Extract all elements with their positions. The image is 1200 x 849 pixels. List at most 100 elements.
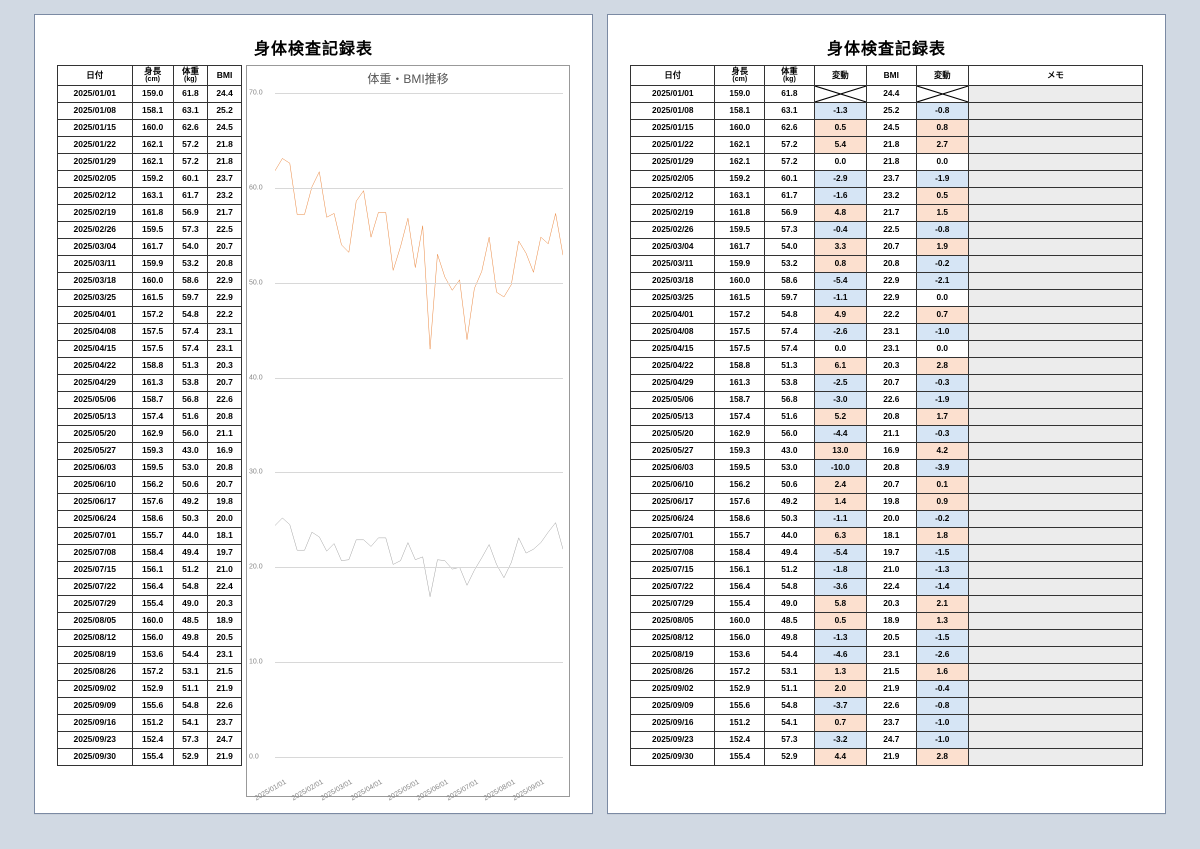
cell-memo	[968, 544, 1142, 561]
cell-weight: 62.6	[173, 120, 208, 137]
cell-diff-weight: -4.6	[814, 646, 866, 663]
cell-weight: 57.3	[765, 221, 815, 238]
cell-weight: 57.4	[173, 324, 208, 341]
cell-height: 157.4	[715, 408, 765, 425]
cell-memo	[968, 136, 1142, 153]
cell-diff-bmi: -0.2	[916, 255, 968, 272]
cell-date: 2025/04/22	[58, 358, 133, 375]
cell-date: 2025/07/29	[58, 596, 133, 613]
page-1: 身体検査記録表 日付 身長(cm) 体重(kg) BMI 2025/01/011…	[34, 14, 593, 814]
cell-bmi: 20.0	[208, 511, 242, 528]
table-row: 2025/06/17157.649.21.419.80.9	[631, 493, 1143, 510]
table-row: 2025/07/08158.449.419.7	[58, 545, 242, 562]
cell-date: 2025/08/12	[631, 629, 715, 646]
cell-bmi: 20.0	[866, 510, 916, 527]
table-row: 2025/05/06158.756.8-3.022.6-1.9	[631, 391, 1143, 408]
cell-weight: 54.4	[173, 647, 208, 664]
cell-weight: 51.6	[173, 409, 208, 426]
cell-date: 2025/01/01	[58, 86, 133, 103]
table-row: 2025/01/15160.062.60.524.50.8	[631, 119, 1143, 136]
cell-date: 2025/02/26	[58, 222, 133, 239]
cell-date: 2025/01/29	[631, 153, 715, 170]
table-row: 2025/04/15157.557.40.023.10.0	[631, 340, 1143, 357]
cell-weight: 53.2	[173, 256, 208, 273]
table-row: 2025/03/04161.754.03.320.71.9	[631, 238, 1143, 255]
cell-bmi: 23.2	[208, 188, 242, 205]
cell-date: 2025/09/16	[631, 714, 715, 731]
cell-height: 159.9	[715, 255, 765, 272]
cell-height: 156.0	[132, 630, 173, 647]
cell-weight: 53.0	[765, 459, 815, 476]
cell-diff-weight: 0.7	[814, 714, 866, 731]
cell-date: 2025/03/18	[58, 273, 133, 290]
cell-weight: 57.3	[765, 731, 815, 748]
table-row: 2025/05/27159.343.013.016.94.2	[631, 442, 1143, 459]
cell-diff-bmi: 0.0	[916, 289, 968, 306]
cell-date: 2025/04/15	[58, 341, 133, 358]
cell-bmi: 23.1	[208, 341, 242, 358]
cell-date: 2025/03/25	[58, 290, 133, 307]
cell-diff-bmi: 1.6	[916, 663, 968, 680]
cell-bmi: 19.7	[208, 545, 242, 562]
cell-bmi: 25.2	[866, 102, 916, 119]
cell-memo	[968, 612, 1142, 629]
cell-date: 2025/02/26	[631, 221, 715, 238]
cell-date: 2025/07/08	[631, 544, 715, 561]
cell-height: 162.1	[715, 136, 765, 153]
cell-height: 157.2	[132, 307, 173, 324]
table-row: 2025/08/19153.654.423.1	[58, 647, 242, 664]
cell-weight: 57.2	[765, 153, 815, 170]
cell-diff-bmi: -1.9	[916, 170, 968, 187]
cell-date: 2025/06/10	[631, 476, 715, 493]
cell-height: 161.5	[715, 289, 765, 306]
table-row: 2025/03/11159.953.20.820.8-0.2	[631, 255, 1143, 272]
cell-weight: 57.2	[173, 137, 208, 154]
cell-height: 155.4	[132, 596, 173, 613]
cell-date: 2025/07/22	[631, 578, 715, 595]
cell-height: 161.7	[715, 238, 765, 255]
table-row: 2025/01/01159.061.824.4	[631, 85, 1143, 102]
hdr-weight: 体重(kg)	[173, 66, 208, 86]
table-row: 2025/01/08158.163.1-1.325.2-0.8	[631, 102, 1143, 119]
cell-bmi: 21.1	[866, 425, 916, 442]
cell-diff-weight: 4.8	[814, 204, 866, 221]
table-row: 2025/07/15156.151.221.0	[58, 562, 242, 579]
cell-diff-bmi: -1.9	[916, 391, 968, 408]
cell-weight: 49.4	[173, 545, 208, 562]
table-row: 2025/01/29162.157.20.021.80.0	[631, 153, 1143, 170]
chart-y-tick: 10.0	[249, 659, 263, 666]
cell-height: 156.0	[715, 629, 765, 646]
table-row: 2025/04/08157.557.4-2.623.1-1.0	[631, 323, 1143, 340]
table-row: 2025/08/05160.048.518.9	[58, 613, 242, 630]
cell-date: 2025/02/19	[631, 204, 715, 221]
table-row: 2025/03/18160.058.622.9	[58, 273, 242, 290]
cell-date: 2025/09/09	[58, 698, 133, 715]
cell-weight: 53.1	[173, 664, 208, 681]
hdr-height: 身長(cm)	[132, 66, 173, 86]
table-row: 2025/01/22162.157.221.8	[58, 137, 242, 154]
cell-memo	[968, 561, 1142, 578]
cell-memo	[968, 340, 1142, 357]
cell-height: 153.6	[715, 646, 765, 663]
cell-date: 2025/03/04	[631, 238, 715, 255]
cell-diff-bmi: -3.9	[916, 459, 968, 476]
table-row: 2025/09/23152.457.324.7	[58, 732, 242, 749]
cell-date: 2025/02/12	[58, 188, 133, 205]
table-row: 2025/05/06158.756.822.6	[58, 392, 242, 409]
cell-diff-weight: 5.8	[814, 595, 866, 612]
cell-date: 2025/09/23	[58, 732, 133, 749]
table-row: 2025/07/29155.449.05.820.32.1	[631, 595, 1143, 612]
cell-height: 159.3	[715, 442, 765, 459]
cell-height: 160.0	[715, 272, 765, 289]
cell-weight: 59.7	[765, 289, 815, 306]
cell-weight: 49.2	[173, 494, 208, 511]
cell-date: 2025/06/10	[58, 477, 133, 494]
cell-height: 151.2	[715, 714, 765, 731]
cell-memo	[968, 748, 1142, 765]
cell-weight: 43.0	[173, 443, 208, 460]
cell-bmi: 20.7	[866, 374, 916, 391]
cell-weight: 50.3	[173, 511, 208, 528]
cell-height: 156.1	[715, 561, 765, 578]
cell-diff-weight: -2.9	[814, 170, 866, 187]
cell-date: 2025/08/05	[631, 612, 715, 629]
